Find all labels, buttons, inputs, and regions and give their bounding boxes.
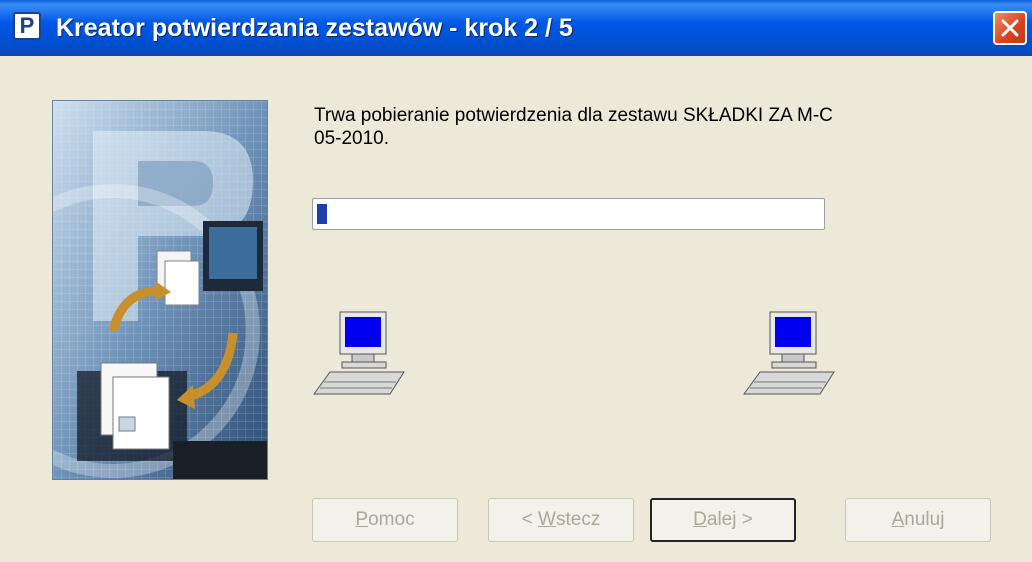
wizard-window: P Kreator potwierdzania zestawów - krok … [0,0,1032,562]
next-button-mnemonic: D [693,509,707,530]
status-message: Trwa pobieranie potwierdzenia dla zestaw… [314,104,914,150]
back-button-label: stecz [555,509,601,530]
wizard-side-illustration [52,100,268,480]
status-message-line2: 05-2010. [314,128,390,149]
source-computer-icon [312,310,408,403]
download-progress-bar [312,198,825,230]
help-button[interactable]: Pomoc [312,498,458,542]
back-button-mnemonic: W [538,509,556,530]
app-logo-icon[interactable]: P [13,12,41,40]
window-title: Kreator potwierdzania zestawów - krok 2 … [56,14,573,42]
help-button-label: omoc [368,509,415,530]
next-button-label: alej > [706,509,753,530]
back-button-arrow: < [521,509,539,530]
back-button[interactable]: < Wstecz [488,498,634,542]
close-icon [1001,19,1019,37]
cancel-button-mnemonic: A [891,509,905,530]
close-button[interactable] [993,11,1027,45]
progress-fill [317,204,327,224]
next-button[interactable]: Dalej > [650,498,796,542]
status-message-line1: Trwa pobieranie potwierdzenia dla zestaw… [314,105,833,126]
cancel-button[interactable]: Anuluj [845,498,991,542]
title-bar[interactable]: P Kreator potwierdzania zestawów - krok … [0,0,1032,56]
destination-computer-icon [742,310,838,403]
cancel-button-label: nuluj [904,509,945,530]
help-button-mnemonic: P [355,509,369,530]
